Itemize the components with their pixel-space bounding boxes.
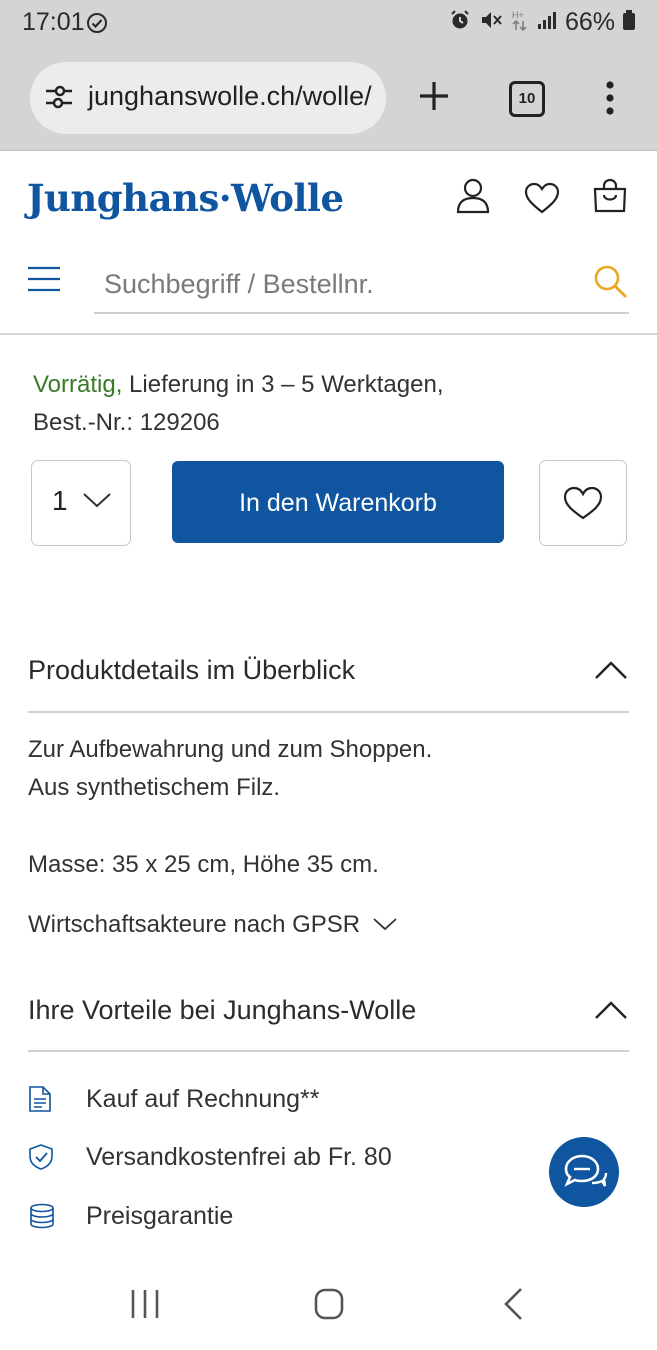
check-circle-icon <box>86 12 108 39</box>
gpsr-toggle[interactable]: Wirtschaftsakteure nach GPSR <box>28 911 398 939</box>
heart-icon[interactable] <box>523 181 561 220</box>
description-line-2: Aus synthetischem Filz. <box>28 774 281 801</box>
invoice-icon <box>28 1085 86 1113</box>
quantity-value: 1 <box>52 485 68 516</box>
plus-icon[interactable] <box>416 78 452 119</box>
user-icon[interactable] <box>456 178 490 219</box>
chat-button[interactable] <box>549 1137 619 1207</box>
chevron-down-icon <box>82 491 112 514</box>
wishlist-button[interactable] <box>539 460 627 546</box>
home-icon[interactable] <box>313 1286 345 1327</box>
benefit-label: Preisgarantie <box>86 1201 234 1230</box>
battery-icon <box>623 10 635 35</box>
mute-icon <box>479 9 503 36</box>
benefit-label: Kauf auf Rechnung** <box>86 1084 320 1113</box>
benefit-item-price: Preisgarantie <box>28 1196 233 1236</box>
hamburger-icon[interactable] <box>27 266 61 297</box>
add-to-cart-button[interactable]: In den Warenkorb <box>172 461 504 543</box>
heart-icon <box>563 486 603 520</box>
site-logo[interactable]: Junghans·Wolle <box>27 176 344 220</box>
header-divider <box>0 333 657 335</box>
chevron-up-icon[interactable] <box>594 660 628 685</box>
search-icon[interactable] <box>593 264 629 305</box>
section-divider <box>28 1050 629 1052</box>
search-input[interactable] <box>104 262 564 306</box>
more-vert-icon[interactable] <box>604 80 616 121</box>
benefits-title[interactable]: Ihre Vorteile bei Junghans-Wolle <box>28 995 416 1026</box>
status-bar: 17:01 H+ 66% <box>0 0 657 48</box>
browser-toolbar: junghanswolle.ch/wolle/ 10 <box>0 48 657 151</box>
order-number: Best.-Nr.: 129206 <box>33 409 220 436</box>
svg-text:H+: H+ <box>512 10 524 20</box>
gpsr-label: Wirtschaftsakteure nach GPSR <box>28 911 361 938</box>
battery-percent: 66% <box>564 8 615 36</box>
chevron-up-icon[interactable] <box>594 1000 628 1025</box>
section-divider <box>28 711 629 713</box>
system-nav-bar <box>0 1258 657 1350</box>
chat-icon <box>564 1154 608 1187</box>
stock-status: Vorrätig, <box>33 371 123 398</box>
recent-apps-icon[interactable] <box>130 1286 160 1327</box>
tabs-icon[interactable]: 10 <box>509 81 545 117</box>
url-text[interactable]: junghanswolle.ch/wolle/ <box>88 81 372 112</box>
bag-icon[interactable] <box>591 177 629 220</box>
signal-icon <box>537 10 557 35</box>
product-details-title[interactable]: Produktdetails im Überblick <box>28 655 355 686</box>
description-line-1: Zur Aufbewahrung und zum Shoppen. <box>28 736 433 763</box>
availability-info: Vorrätig, Lieferung in 3 – 5 Werktagen, … <box>33 366 443 442</box>
address-bar[interactable]: junghanswolle.ch/wolle/ <box>30 62 386 134</box>
dimensions-text: Masse: 35 x 25 cm, Höhe 35 cm. <box>28 851 379 878</box>
back-icon[interactable] <box>501 1286 525 1327</box>
tune-icon[interactable] <box>44 84 74 115</box>
status-time: 17:01 <box>22 8 85 36</box>
data-icon: H+ <box>511 9 529 36</box>
delivery-time: Lieferung in 3 – 5 Werktagen, <box>122 371 444 398</box>
chevron-down-icon <box>372 911 398 939</box>
benefit-label: Versandkostenfrei ab Fr. 80 <box>86 1142 392 1171</box>
alarm-icon <box>449 9 471 36</box>
benefit-item-shipping: Versandkostenfrei ab Fr. 80 <box>28 1137 392 1177</box>
search-bar <box>94 262 629 314</box>
coins-icon <box>28 1203 86 1229</box>
benefit-item-invoice: Kauf auf Rechnung** <box>28 1079 320 1119</box>
quantity-select[interactable]: 1 <box>31 460 131 546</box>
shield-check-icon <box>28 1143 86 1171</box>
